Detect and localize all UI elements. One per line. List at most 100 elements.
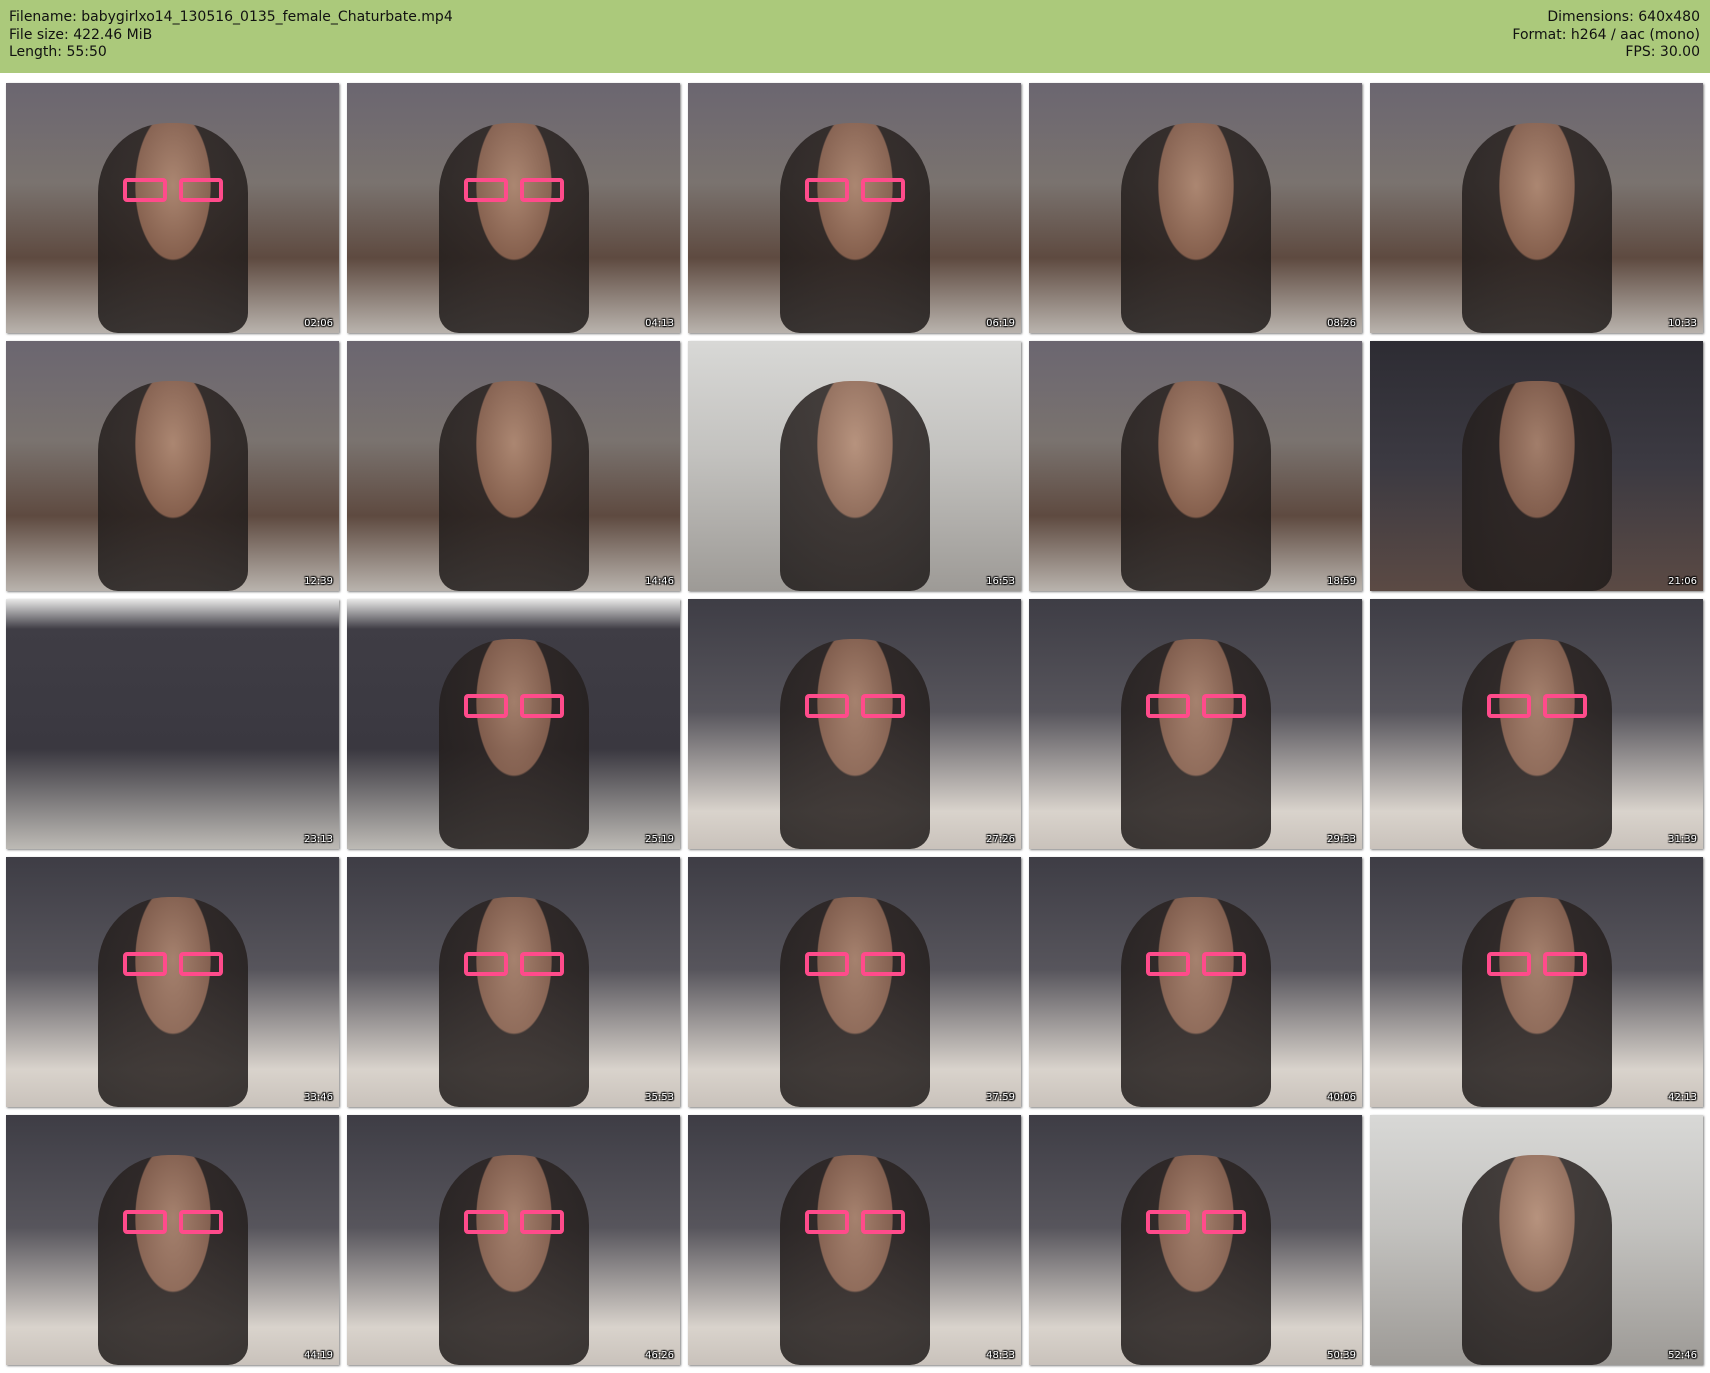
figure-image bbox=[1120, 897, 1271, 1107]
figure-image bbox=[438, 381, 589, 591]
fps-label: FPS: 30.00 bbox=[1625, 44, 1700, 60]
thumbnail: 12:39 bbox=[6, 341, 339, 591]
glasses-image bbox=[122, 1210, 223, 1236]
thumbnail-timestamp: 04:13 bbox=[645, 318, 674, 329]
figure-image bbox=[779, 123, 930, 333]
thumbnail-timestamp: 29:33 bbox=[1327, 834, 1356, 845]
thumbnail: 52:46 bbox=[1370, 1115, 1703, 1365]
thumbnail-timestamp: 18:59 bbox=[1327, 576, 1356, 587]
thumbnail: 46:26 bbox=[347, 1115, 680, 1365]
glasses-image bbox=[463, 178, 564, 204]
thumbnail: 14:46 bbox=[347, 341, 680, 591]
thumbnail-timestamp: 48:33 bbox=[986, 1350, 1015, 1361]
glasses-image bbox=[1486, 694, 1587, 720]
metadata-left: Filename: babygirlxo14_130516_0135_femal… bbox=[9, 9, 453, 62]
thumbnail: 33:46 bbox=[6, 857, 339, 1107]
thumbnail-timestamp: 08:26 bbox=[1327, 318, 1356, 329]
figure-image bbox=[1461, 123, 1612, 333]
thumbnail: 25:19 bbox=[347, 599, 680, 849]
figure-image bbox=[97, 897, 248, 1107]
figure-image bbox=[1461, 1155, 1612, 1365]
length-label: Length: 55:50 bbox=[9, 44, 107, 60]
thumbnail-timestamp: 31:39 bbox=[1668, 834, 1697, 845]
thumbnail: 04:13 bbox=[347, 83, 680, 333]
thumbnail-timestamp: 50:39 bbox=[1327, 1350, 1356, 1361]
glasses-image bbox=[463, 1210, 564, 1236]
thumbnail-timestamp: 14:46 bbox=[645, 576, 674, 587]
thumbnail-timestamp: 10:33 bbox=[1668, 318, 1697, 329]
glasses-image bbox=[122, 952, 223, 978]
glasses-image bbox=[1486, 952, 1587, 978]
figure-image bbox=[97, 1155, 248, 1365]
glasses-image bbox=[1145, 952, 1246, 978]
thumbnail-timestamp: 40:06 bbox=[1327, 1092, 1356, 1103]
thumbnail-timestamp: 33:46 bbox=[304, 1092, 333, 1103]
glasses-image bbox=[804, 952, 905, 978]
figure-image bbox=[1120, 381, 1271, 591]
figure-image bbox=[438, 639, 589, 849]
thumbnail-timestamp: 21:06 bbox=[1668, 576, 1697, 587]
figure-image bbox=[779, 639, 930, 849]
thumbnail: 29:33 bbox=[1029, 599, 1362, 849]
thumbnail: 08:26 bbox=[1029, 83, 1362, 333]
thumbnail-timestamp: 12:39 bbox=[304, 576, 333, 587]
figure-image bbox=[779, 381, 930, 591]
thumbnail: 02:06 bbox=[6, 83, 339, 333]
figure-image bbox=[438, 1155, 589, 1365]
figure-image bbox=[1461, 639, 1612, 849]
glasses-image bbox=[804, 178, 905, 204]
thumbnail-timestamp: 27:26 bbox=[986, 834, 1015, 845]
dimensions-label: Dimensions: 640x480 bbox=[1547, 9, 1700, 25]
thumbnail: 31:39 bbox=[1370, 599, 1703, 849]
thumbnail: 40:06 bbox=[1029, 857, 1362, 1107]
thumbnail-timestamp: 37:59 bbox=[986, 1092, 1015, 1103]
thumbnail: 18:59 bbox=[1029, 341, 1362, 591]
filesize-label: File size: 422.46 MiB bbox=[9, 26, 153, 43]
thumbnail-timestamp: 25:19 bbox=[645, 834, 674, 845]
thumbnail: 37:59 bbox=[688, 857, 1021, 1107]
thumbnail: 23:13 bbox=[6, 599, 339, 849]
thumbnail-timestamp: 23:13 bbox=[304, 834, 333, 845]
thumbnail-timestamp: 02:06 bbox=[304, 318, 333, 329]
thumbnail-timestamp: 52:46 bbox=[1668, 1350, 1697, 1361]
thumbnail: 44:19 bbox=[6, 1115, 339, 1365]
figure-image bbox=[97, 381, 248, 591]
thumbnail-timestamp: 44:19 bbox=[304, 1350, 333, 1361]
thumbnail-timestamp: 46:26 bbox=[645, 1350, 674, 1361]
glasses-image bbox=[463, 952, 564, 978]
format-label: Format: h264 / aac (mono) bbox=[1512, 26, 1700, 43]
glasses-image bbox=[1145, 1210, 1246, 1236]
thumbnail: 21:06 bbox=[1370, 341, 1703, 591]
glasses-image bbox=[804, 1210, 905, 1236]
figure-image bbox=[97, 123, 248, 333]
thumbnail: 48:33 bbox=[688, 1115, 1021, 1365]
glasses-image bbox=[122, 178, 223, 204]
thumbnail-timestamp: 35:53 bbox=[645, 1092, 674, 1103]
thumbnail-grid: 02:06 04:13 06:19 08:26 10:33 12:39 14:4… bbox=[6, 83, 1704, 1365]
glasses-image bbox=[804, 694, 905, 720]
thumbnail-timestamp: 42:13 bbox=[1668, 1092, 1697, 1103]
thumbnail: 10:33 bbox=[1370, 83, 1703, 333]
figure-image bbox=[779, 897, 930, 1107]
thumbnail: 35:53 bbox=[347, 857, 680, 1107]
figure-image bbox=[438, 897, 589, 1107]
glasses-image bbox=[1145, 694, 1246, 720]
metadata-right: Dimensions: 640x480 Format: h264 / aac (… bbox=[1512, 9, 1700, 62]
thumbnail-timestamp: 16:53 bbox=[986, 576, 1015, 587]
filename-label: Filename: babygirlxo14_130516_0135_femal… bbox=[9, 9, 453, 25]
figure-image bbox=[1461, 381, 1612, 591]
figure-image bbox=[1120, 639, 1271, 849]
figure-image bbox=[438, 123, 589, 333]
figure-image bbox=[1461, 897, 1612, 1107]
thumbnail: 50:39 bbox=[1029, 1115, 1362, 1365]
figure-image bbox=[1120, 123, 1271, 333]
figure-image bbox=[779, 1155, 930, 1365]
thumbnail-timestamp: 06:19 bbox=[986, 318, 1015, 329]
thumbnail: 16:53 bbox=[688, 341, 1021, 591]
thumbnail: 06:19 bbox=[688, 83, 1021, 333]
thumbnail: 42:13 bbox=[1370, 857, 1703, 1107]
glasses-image bbox=[463, 694, 564, 720]
figure-image bbox=[1120, 1155, 1271, 1365]
thumbnail: 27:26 bbox=[688, 599, 1021, 849]
metadata-header: Filename: babygirlxo14_130516_0135_femal… bbox=[0, 0, 1710, 73]
